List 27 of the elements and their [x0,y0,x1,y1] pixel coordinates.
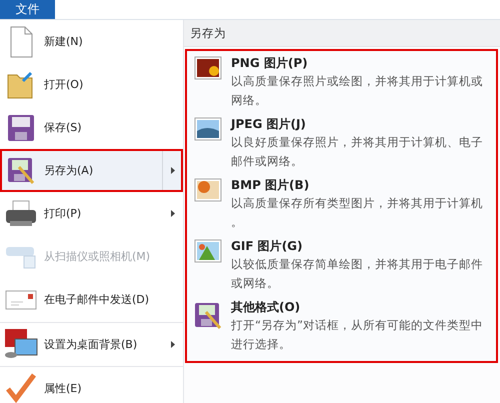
menu-item[interactable]: 另存为(A) [0,149,162,192]
save-format-option[interactable]: 其他格式(O) 打开“另存为”对话框，从所有可能的文件类型中进行选择。 [187,296,496,357]
submenu-arrow-icon [171,340,175,348]
menu-item[interactable]: 在电子邮件中发送(D) [0,278,163,321]
save-format-option[interactable]: PNG 图片(P) 以高质量保存照片或绘图，并将其用于计算机或网络。 [187,52,496,113]
landscape-picture-icon [194,117,222,141]
checkmark-icon [5,373,37,403]
submenu-arrow-icon [171,167,175,174]
hill-picture-icon [194,239,222,263]
menu-item[interactable]: 打开(O) [0,63,163,106]
menu-item[interactable]: 保存(S) [0,106,163,149]
monitor-icon [3,327,39,361]
leaf-picture-icon [194,178,222,202]
menu-item[interactable]: 设置为桌面背景(B) [0,323,163,365]
menu-item[interactable]: 新建(N) [0,20,163,63]
save-format-option[interactable]: JPEG 图片(J) 以良好质量保存照片，并将其用于计算机、电子邮件或网络。 [187,113,496,174]
submenu-arrow-icon [171,210,175,217]
submenu-title: 另存为 [184,20,500,47]
file-tab[interactable]: 文件 [0,0,55,19]
save-format-option[interactable]: BMP 图片(B) 以高质量保存所有类型图片，并将其用于计算机。 [187,174,496,235]
menu-item[interactable]: 属性(E) [0,367,163,403]
menu-item[interactable]: 打印(P) [0,192,163,235]
printer-icon [4,198,38,228]
save-format-option[interactable]: GIF 图片(G) 以较低质量保存简单绘图，并将其用于电子邮件或网络。 [187,235,496,296]
floppy-disk-pencil-icon [192,300,224,332]
envelope-icon [4,288,38,312]
flower-picture-icon [194,56,222,80]
